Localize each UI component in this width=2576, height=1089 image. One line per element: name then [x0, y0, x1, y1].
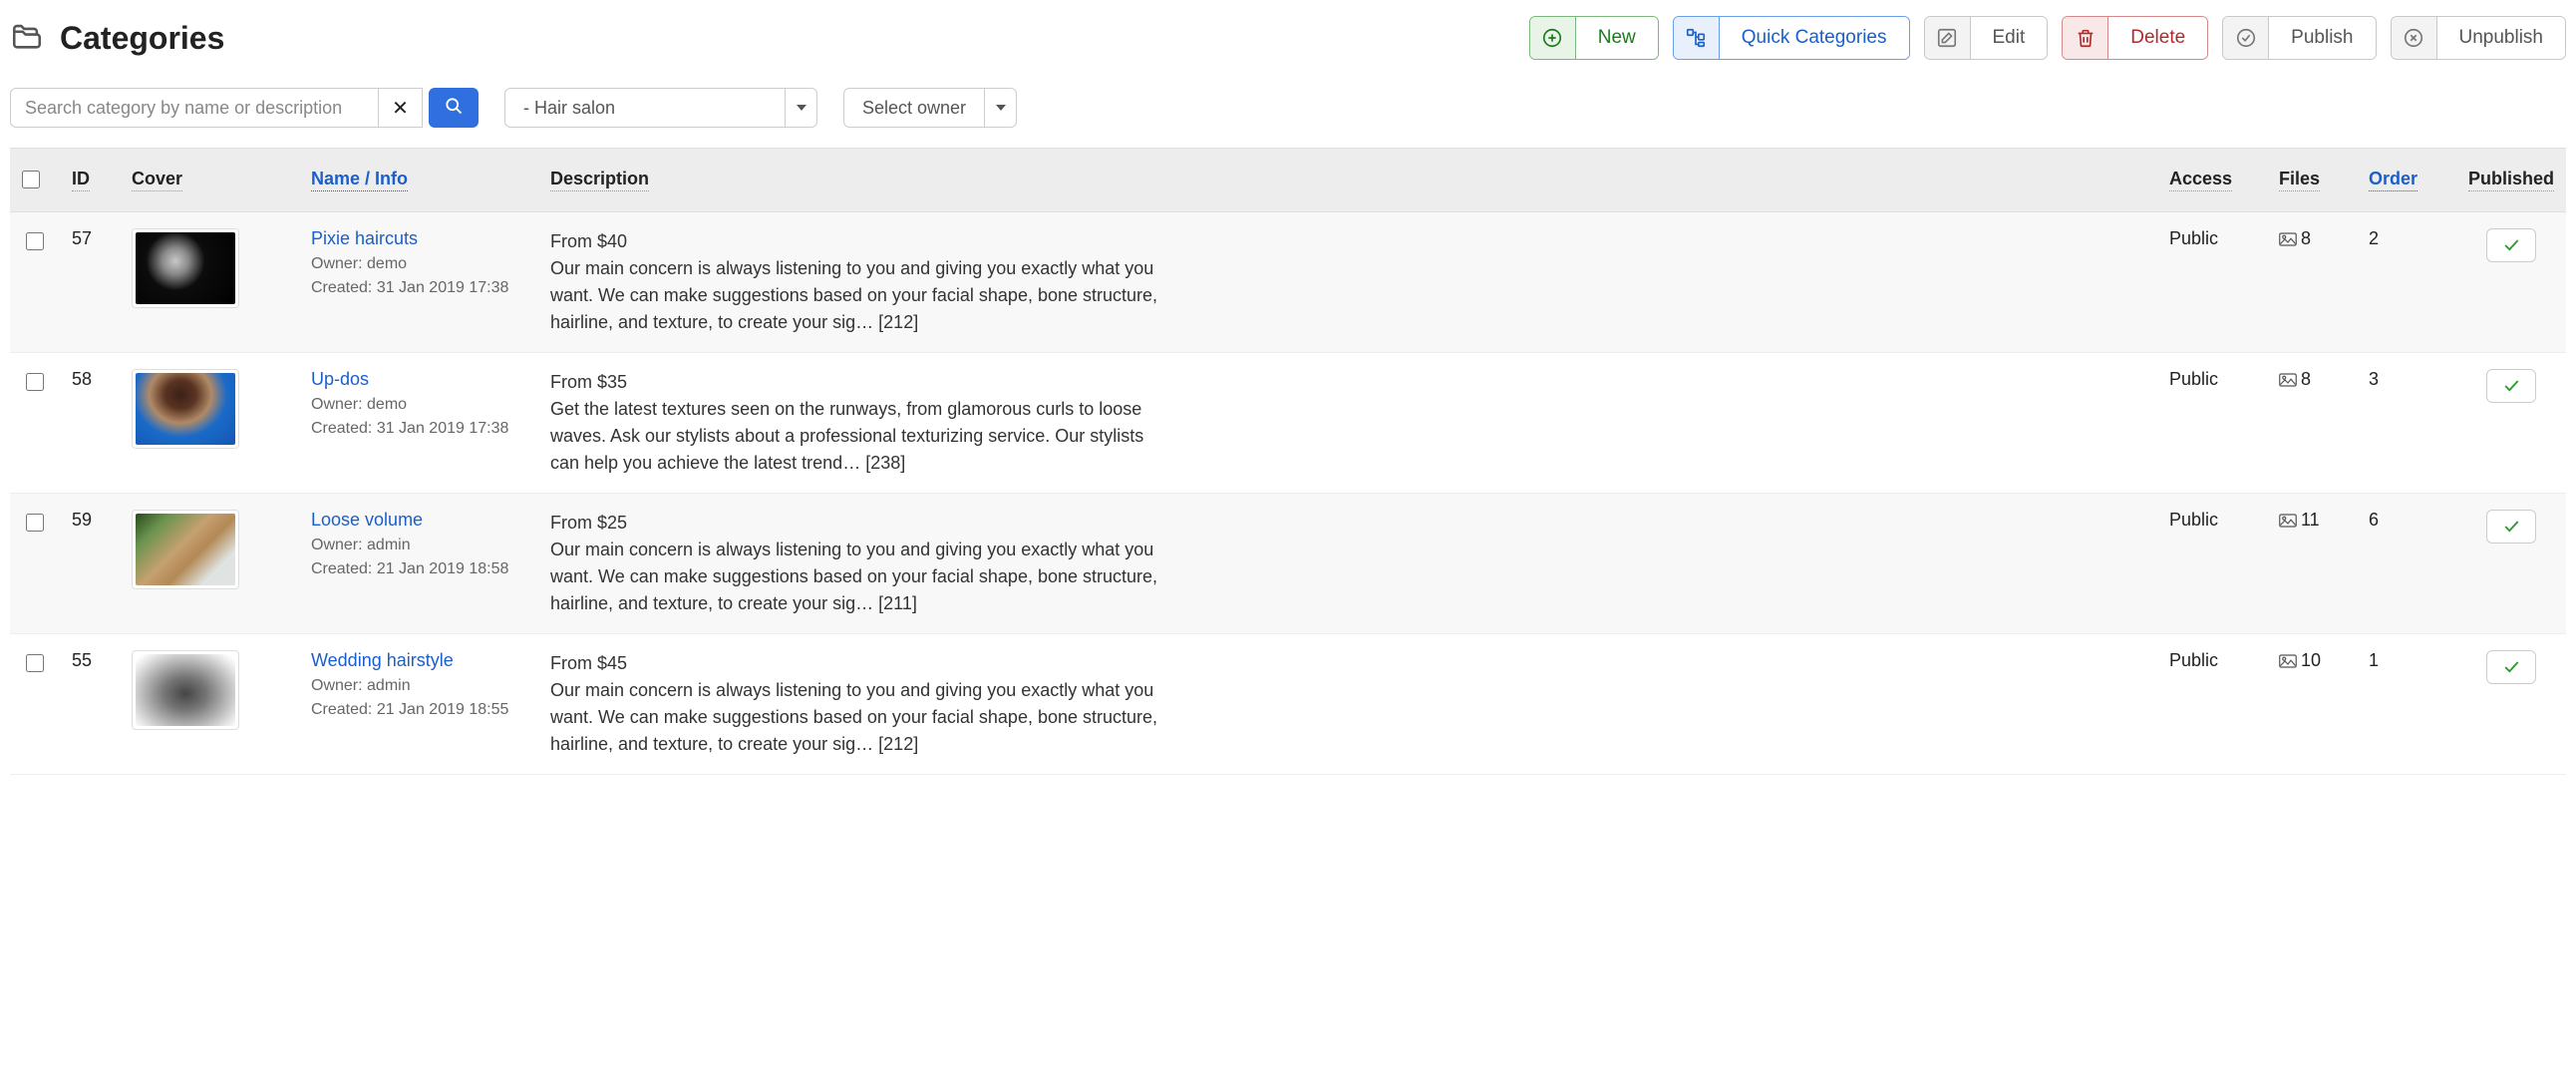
column-description[interactable]: Description: [550, 169, 649, 191]
cell-access: Public: [2157, 353, 2267, 494]
row-checkbox[interactable]: [26, 654, 44, 672]
image-icon: [2279, 654, 2297, 668]
published-toggle[interactable]: [2486, 369, 2536, 403]
cover-thumbnail[interactable]: [132, 650, 239, 730]
cell-access: Public: [2157, 634, 2267, 775]
quick-categories-button[interactable]: Quick Categories: [1673, 16, 1910, 60]
pencil-icon: [1925, 17, 1971, 59]
check-icon: [2501, 657, 2521, 677]
table-row: 59 Loose volume Owner: admin Created: 21…: [10, 494, 2566, 634]
cover-thumbnail[interactable]: [132, 228, 239, 308]
plus-circle-icon: [1530, 17, 1576, 59]
owner-line: Owner: admin: [311, 537, 526, 554]
column-published[interactable]: Published: [2468, 169, 2554, 191]
check-icon: [2501, 376, 2521, 396]
publish-button-label: Publish: [2269, 17, 2375, 59]
row-checkbox[interactable]: [26, 232, 44, 250]
new-button[interactable]: New: [1529, 16, 1659, 60]
column-files[interactable]: Files: [2279, 169, 2320, 191]
category-select-value: - Hair salon: [505, 89, 785, 127]
owner-select-value: Select owner: [844, 89, 984, 127]
delete-button[interactable]: Delete: [2062, 16, 2208, 60]
column-access[interactable]: Access: [2169, 169, 2232, 191]
category-name-link[interactable]: Wedding hairstyle: [311, 650, 454, 670]
owner-line: Owner: demo: [311, 396, 526, 414]
table-row: 58 Up-dos Owner: demo Created: 31 Jan 20…: [10, 353, 2566, 494]
row-checkbox[interactable]: [26, 373, 44, 391]
publish-button[interactable]: Publish: [2222, 16, 2376, 60]
cover-thumbnail[interactable]: [132, 369, 239, 449]
image-icon: [2279, 514, 2297, 528]
edit-button-label: Edit: [1971, 17, 2048, 59]
cell-id: 58: [60, 353, 120, 494]
chevron-down-icon: [785, 89, 816, 127]
cell-id: 59: [60, 494, 120, 634]
owner-select[interactable]: Select owner: [843, 88, 1017, 128]
check-icon: [2501, 235, 2521, 255]
created-line: Created: 31 Jan 2019 17:38: [311, 420, 526, 438]
categories-table: ID Cover Name / Info Description Access …: [10, 148, 2566, 775]
cell-files: 11: [2267, 494, 2357, 634]
cell-files: 8: [2267, 353, 2357, 494]
check-icon: [2501, 517, 2521, 537]
unpublish-button-label: Unpublish: [2437, 17, 2566, 59]
published-toggle[interactable]: [2486, 510, 2536, 544]
cell-description: From $45Our main concern is always liste…: [550, 650, 1168, 758]
created-line: Created: 21 Jan 2019 18:58: [311, 560, 526, 578]
published-toggle[interactable]: [2486, 228, 2536, 262]
toolbar: New Quick Categories Edit Delete Publish: [1529, 16, 2566, 60]
table-row: 55 Wedding hairstyle Owner: admin Create…: [10, 634, 2566, 775]
cell-files: 8: [2267, 212, 2357, 353]
close-icon: ✕: [392, 96, 409, 121]
column-id[interactable]: ID: [72, 169, 90, 191]
search-input[interactable]: [10, 88, 379, 128]
search-clear-button[interactable]: ✕: [379, 88, 423, 128]
search-icon: [444, 96, 464, 121]
column-cover[interactable]: Cover: [132, 169, 182, 191]
tree-icon: [1674, 17, 1720, 59]
cell-id: 55: [60, 634, 120, 775]
edit-button[interactable]: Edit: [1924, 16, 2049, 60]
row-checkbox[interactable]: [26, 514, 44, 532]
cell-description: From $40Our main concern is always liste…: [550, 228, 1168, 336]
cell-description: From $25Our main concern is always liste…: [550, 510, 1168, 617]
owner-line: Owner: demo: [311, 255, 526, 273]
new-button-label: New: [1576, 17, 1658, 59]
column-order[interactable]: Order: [2369, 169, 2417, 191]
categories-icon: [10, 19, 44, 58]
check-circle-icon: [2223, 17, 2269, 59]
category-name-link[interactable]: Pixie haircuts: [311, 228, 418, 248]
cell-files: 10: [2267, 634, 2357, 775]
search-button[interactable]: [429, 88, 479, 128]
owner-line: Owner: admin: [311, 677, 526, 695]
page-title: Categories: [60, 20, 224, 57]
cell-order: 3: [2357, 353, 2456, 494]
chevron-down-icon: [984, 89, 1016, 127]
category-name-link[interactable]: Up-dos: [311, 369, 369, 389]
image-icon: [2279, 232, 2297, 246]
trash-icon: [2063, 17, 2108, 59]
cell-order: 6: [2357, 494, 2456, 634]
unpublish-button[interactable]: Unpublish: [2391, 16, 2567, 60]
created-line: Created: 31 Jan 2019 17:38: [311, 279, 526, 297]
cell-id: 57: [60, 212, 120, 353]
cell-access: Public: [2157, 494, 2267, 634]
cell-access: Public: [2157, 212, 2267, 353]
category-name-link[interactable]: Loose volume: [311, 510, 423, 530]
category-select[interactable]: - Hair salon: [504, 88, 817, 128]
cell-order: 2: [2357, 212, 2456, 353]
created-line: Created: 21 Jan 2019 18:55: [311, 701, 526, 719]
cancel-circle-icon: [2392, 17, 2437, 59]
cell-description: From $35Get the latest textures seen on …: [550, 369, 1168, 477]
quick-categories-label: Quick Categories: [1720, 17, 1909, 59]
column-name[interactable]: Name / Info: [311, 169, 408, 191]
cover-thumbnail[interactable]: [132, 510, 239, 589]
table-row: 57 Pixie haircuts Owner: demo Created: 3…: [10, 212, 2566, 353]
image-icon: [2279, 373, 2297, 387]
cell-order: 1: [2357, 634, 2456, 775]
delete-button-label: Delete: [2108, 17, 2207, 59]
select-all-checkbox[interactable]: [22, 171, 40, 188]
published-toggle[interactable]: [2486, 650, 2536, 684]
